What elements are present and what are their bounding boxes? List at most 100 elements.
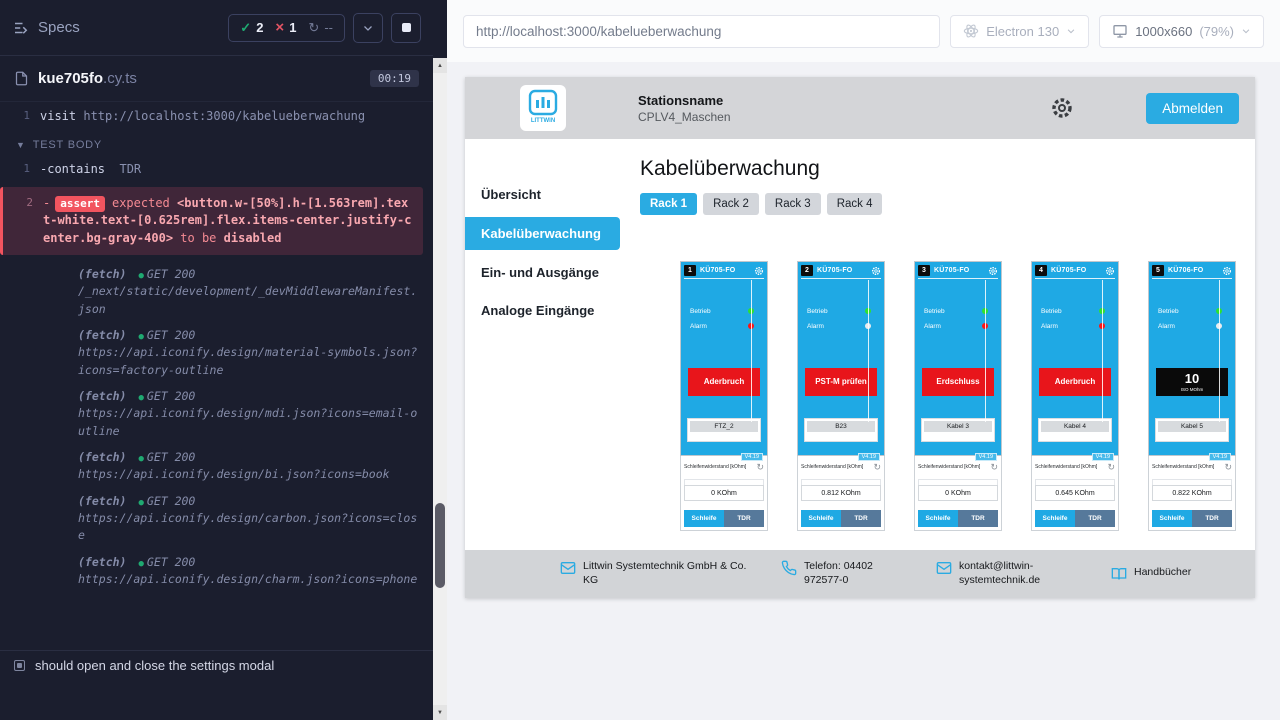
visit-url: http://localhost:3000/kabelueberwachung: [83, 109, 365, 123]
cable-panel: B23: [804, 418, 878, 442]
contains-command: -contains: [40, 162, 105, 176]
status-dot-icon: ●: [138, 454, 143, 464]
tdr-button[interactable]: TDR: [958, 510, 998, 527]
network-log-row[interactable]: (fetch)●GET 200 https://api.iconify.desi…: [0, 381, 433, 442]
chevron-down-icon: ▼: [16, 140, 26, 150]
failed-assert-row[interactable]: 2 -assertexpected <button.w-[50%].h-[1.5…: [0, 187, 423, 255]
app-header: LITTWIN Stationsname CPLV4_Maschen Abmel…: [465, 77, 1255, 139]
status-display: PST-M prüfen: [805, 368, 877, 396]
measure-label: Schleifenwiderstand [kOhm]: [684, 464, 746, 470]
measure-value: 0.822 KOhm: [1152, 485, 1232, 501]
stop-button[interactable]: [391, 13, 421, 43]
tdr-button[interactable]: TDR: [1192, 510, 1232, 527]
fetch-url: https://api.iconify.design/mdi.json?icon…: [78, 405, 421, 440]
visit-command: visit: [40, 109, 76, 123]
alarm-label: Alarm: [690, 323, 707, 330]
chevron-down-icon: [1241, 26, 1251, 36]
device-model: KÜ706-FO: [1168, 267, 1203, 274]
browser-selector[interactable]: Electron 130: [950, 15, 1089, 48]
next-test-row[interactable]: should open and close the settings modal: [0, 650, 433, 680]
device-settings-button[interactable]: [871, 266, 881, 276]
betrieb-label: Betrieb: [690, 308, 711, 315]
logout-button[interactable]: Abmelden: [1146, 93, 1239, 124]
contains-command-row[interactable]: 1 -contains TDR: [0, 157, 433, 182]
viewport-selector[interactable]: 1000x660 (79%): [1099, 15, 1264, 48]
refresh-icon[interactable]: ↻: [990, 464, 998, 471]
tdr-button[interactable]: TDR: [841, 510, 881, 527]
network-log-row[interactable]: (fetch)●GET 200 https://api.iconify.desi…: [0, 547, 433, 591]
device-model: KÜ705-FO: [934, 267, 969, 274]
cable-panel: FTZ_2: [687, 418, 761, 442]
refresh-circle-icon: ↻: [308, 20, 319, 36]
device-faceplate: 4 KÜ705-FO Betrieb Alarm Aderbruch Kabel…: [1031, 261, 1119, 456]
assert-tobe: to be: [180, 231, 216, 245]
network-log-row[interactable]: (fetch)●GET 200 /_next/static/developmen…: [0, 259, 433, 320]
tdr-button[interactable]: TDR: [1075, 510, 1115, 527]
reporter-footer-spacer: [0, 680, 433, 720]
collapse-button[interactable]: [353, 13, 383, 43]
sidebar-item-kabelueberwachung[interactable]: Kabelüberwachung: [465, 217, 620, 250]
footer-email[interactable]: kontakt@littwin-systemtechnik.de: [936, 560, 1081, 587]
device-settings-button[interactable]: [988, 266, 998, 276]
schleife-button[interactable]: Schleife: [801, 510, 841, 527]
tab-rack-2[interactable]: Rack 2: [703, 193, 759, 215]
device-card: 3 KÜ705-FO Betrieb Alarm Erdschluss Kabe…: [914, 261, 1002, 531]
sidebar-item-analoge-eingaenge[interactable]: Analoge Eingänge: [465, 295, 620, 326]
url-bar[interactable]: http://localhost:3000/kabelueberwachung: [463, 15, 940, 48]
rack-tabs: Rack 1 Rack 2 Rack 3 Rack 4: [640, 193, 1255, 215]
visit-command-row[interactable]: 1 visit http://localhost:3000/kabelueber…: [0, 104, 433, 129]
fetch-url: https://api.iconify.design/carbon.json?i…: [78, 510, 421, 545]
schleife-button[interactable]: Schleife: [1152, 510, 1192, 527]
stat-pending: ↻--: [308, 20, 333, 36]
footer-phone[interactable]: Telefon: 04402 972577-0: [781, 560, 906, 587]
sidebar-item-ein-und-ausgaenge[interactable]: Ein- und Ausgänge: [465, 257, 620, 288]
refresh-icon[interactable]: ↻: [873, 464, 881, 471]
schleife-button[interactable]: Schleife: [1035, 510, 1075, 527]
scroll-up-button[interactable]: ▲: [433, 58, 447, 73]
spec-row[interactable]: kue705fo.cy.ts 00:19: [0, 56, 433, 102]
station-label: Stationsname: [638, 93, 731, 108]
tab-rack-1[interactable]: Rack 1: [640, 193, 697, 215]
measurement-section: Schleifenwiderstand [kOhm]↻ 0.812 KOhm S…: [797, 456, 885, 531]
network-log-row[interactable]: (fetch)●GET 200 https://api.iconify.desi…: [0, 320, 433, 381]
network-log-row[interactable]: (fetch)●GET 200 https://api.iconify.desi…: [0, 442, 433, 486]
sidebar-item-uebersicht[interactable]: Übersicht: [465, 179, 620, 210]
scroll-down-button[interactable]: ▼: [433, 705, 447, 720]
schleife-button[interactable]: Schleife: [918, 510, 958, 527]
measurement-section: Schleifenwiderstand [kOhm] ↻ 0 KOhm Schle…: [680, 456, 768, 531]
network-log-row[interactable]: (fetch)●GET 200 https://api.iconify.desi…: [0, 486, 433, 547]
schleife-button[interactable]: Schleife: [684, 510, 724, 527]
tdr-button[interactable]: TDR: [724, 510, 764, 527]
tab-rack-3[interactable]: Rack 3: [765, 193, 821, 215]
specs-button[interactable]: Specs: [12, 19, 80, 37]
line-number: 1: [0, 108, 30, 125]
alarm-label: Alarm: [1041, 323, 1058, 330]
scrollbar-thumb[interactable]: [435, 503, 445, 588]
viewport-zoom: (79%): [1199, 24, 1234, 39]
refresh-icon[interactable]: ↻: [756, 464, 764, 471]
device-settings-button[interactable]: [1222, 266, 1232, 276]
reporter-panel: Specs ✓2 ×1 ↻-- kue705fo.cy.ts 00:19: [0, 0, 433, 720]
assert-state: disabled: [224, 231, 282, 245]
settings-button[interactable]: [1050, 96, 1074, 120]
gear-icon: [1050, 96, 1074, 120]
logo-text: LITTWIN: [530, 118, 554, 124]
status-dot-icon: ●: [138, 559, 143, 569]
device-settings-button[interactable]: [754, 266, 764, 276]
reporter-scrollbar[interactable]: ▲ ▼: [433, 58, 447, 720]
footer-manuals[interactable]: Handbücher: [1111, 566, 1191, 582]
betrieb-label: Betrieb: [1041, 308, 1062, 315]
betrieb-label: Betrieb: [807, 308, 828, 315]
firmware-version: V4.19: [1092, 453, 1114, 461]
refresh-icon[interactable]: ↻: [1107, 464, 1115, 471]
measure-value: 0 KOhm: [684, 485, 764, 501]
tab-rack-4[interactable]: Rack 4: [827, 193, 883, 215]
device-settings-button[interactable]: [1105, 266, 1115, 276]
test-body-section[interactable]: ▼ TEST BODY: [0, 129, 433, 157]
gear-icon: [1105, 266, 1115, 276]
refresh-icon[interactable]: ↻: [1224, 464, 1232, 471]
assert-badge: assert: [55, 196, 105, 212]
spec-file-icon: [14, 71, 29, 86]
fetch-label: (fetch): [78, 267, 126, 281]
book-icon: [1111, 566, 1127, 582]
